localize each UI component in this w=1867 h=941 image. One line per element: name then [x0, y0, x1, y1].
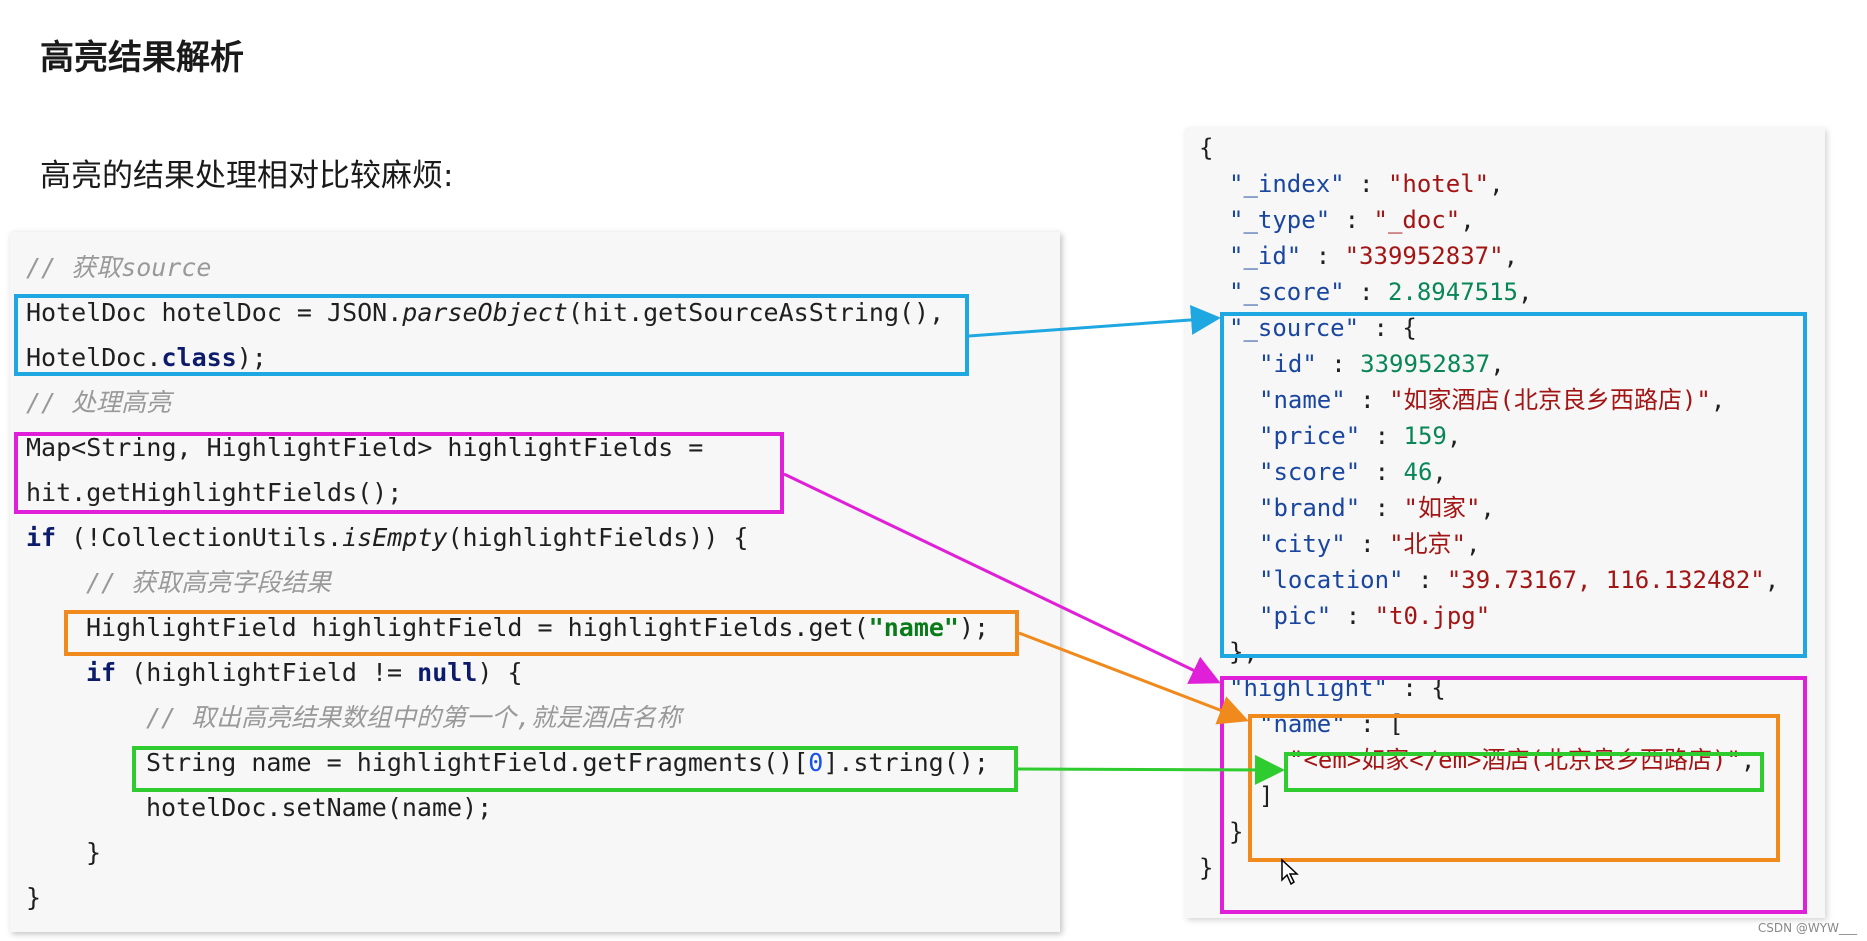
json-score: "_score" : 2.8947515,	[1229, 278, 1533, 306]
code-comment-highlight: // 处理高亮	[26, 388, 172, 417]
box-json-fragment	[1284, 752, 1764, 792]
code-comment-source: // 获取source	[26, 253, 212, 282]
json-index: "_index" : "hotel",	[1229, 170, 1504, 198]
code-line-if: if (!CollectionUtils.isEmpty(highlightFi…	[26, 523, 749, 552]
slide-title: 高亮结果解析	[40, 38, 244, 78]
code-line-set: hotelDoc.setName(name);	[146, 793, 493, 822]
box-highlight-field	[64, 610, 1019, 656]
code-close-outer: }	[26, 883, 42, 912]
box-source-parse	[14, 294, 969, 376]
code-close-inner: }	[86, 838, 102, 867]
code-comment-field: // 获取高亮字段结果	[86, 568, 332, 597]
box-highlight-map	[14, 432, 784, 514]
json-id: "_id" : "339952837",	[1229, 242, 1519, 270]
code-comment-first: // 取出高亮结果数组中的第一个,就是酒店名称	[146, 703, 682, 732]
json-type: "_type" : "_doc",	[1229, 206, 1475, 234]
code-line-if-null: if (highlightField != null) {	[86, 658, 523, 687]
watermark: CSDN @WYW___	[1757, 921, 1857, 935]
box-json-source	[1220, 312, 1807, 658]
box-fragment-name	[132, 746, 1018, 792]
slide-subtitle: 高亮的结果处理相对比较麻烦:	[40, 158, 454, 194]
json-open: {	[1199, 134, 1214, 162]
json-close: }	[1199, 854, 1214, 882]
